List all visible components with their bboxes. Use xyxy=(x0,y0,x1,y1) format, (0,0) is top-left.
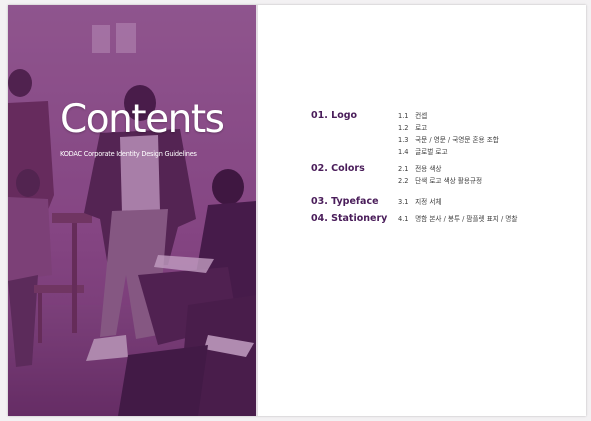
document-spread: Contents KODAC Corporate Identity Design… xyxy=(8,5,586,416)
page-spine xyxy=(256,5,258,416)
toc-section-logo: 01. Logo 1.1 컨셉 1.2 로고 1.3 국문 / 영문 / 국영문… xyxy=(311,110,581,158)
toc-item-number: 2.1 xyxy=(398,165,409,173)
toc-item[interactable]: 4.1 명함 본사 / 봉투 / 팜플렛 표지 / 명찰 xyxy=(398,213,581,225)
toc-item-label: 로고 xyxy=(415,124,428,132)
toc-item[interactable]: 1.3 국문 / 영문 / 국영문 혼용 조합 xyxy=(398,134,581,146)
cover-panel: Contents KODAC Corporate Identity Design… xyxy=(8,5,256,416)
toc-heading[interactable]: 02. Colors xyxy=(311,163,398,175)
toc-item-label: 국문 / 영문 / 국영문 혼용 조합 xyxy=(415,136,499,144)
table-of-contents: 01. Logo 1.1 컨셉 1.2 로고 1.3 국문 / 영문 / 국영문… xyxy=(311,110,581,225)
toc-item-number: 1.2 xyxy=(398,124,409,132)
toc-item-label: 단색 로고 색상 활용규정 xyxy=(415,177,483,185)
toc-item-number: 1.4 xyxy=(398,148,409,156)
toc-items: 3.1 지정 서체 xyxy=(398,196,581,208)
toc-section-stationery: 04. Stationery 4.1 명함 본사 / 봉투 / 팜플렛 표지 /… xyxy=(311,213,581,225)
toc-item-label: 글로벌 로고 xyxy=(415,148,448,156)
toc-item-number: 3.1 xyxy=(398,198,409,206)
toc-items: 4.1 명함 본사 / 봉투 / 팜플렛 표지 / 명찰 xyxy=(398,213,581,225)
toc-item-number: 1.1 xyxy=(398,112,409,120)
toc-item-label: 전용 색상 xyxy=(415,165,442,173)
toc-item[interactable]: 2.1 전용 색상 xyxy=(398,163,581,175)
cover-title: Contents xyxy=(60,97,225,142)
toc-item[interactable]: 1.2 로고 xyxy=(398,122,581,134)
toc-item[interactable]: 3.1 지정 서체 xyxy=(398,196,581,208)
toc-heading[interactable]: 03. Typeface xyxy=(311,196,398,208)
toc-item[interactable]: 1.4 글로벌 로고 xyxy=(398,146,581,158)
toc-heading[interactable]: 04. Stationery xyxy=(311,213,398,225)
toc-item-number: 4.1 xyxy=(398,215,409,223)
toc-item[interactable]: 2.2 단색 로고 색상 활용규정 xyxy=(398,175,581,187)
toc-items: 2.1 전용 색상 2.2 단색 로고 색상 활용규정 xyxy=(398,163,581,187)
toc-section-colors: 02. Colors 2.1 전용 색상 2.2 단색 로고 색상 활용규정 xyxy=(311,163,581,187)
cover-subtitle: KODAC Corporate Identity Design Guidelin… xyxy=(60,150,197,158)
toc-item-label: 컨셉 xyxy=(415,112,428,120)
toc-item-number: 1.3 xyxy=(398,136,409,144)
toc-heading[interactable]: 01. Logo xyxy=(311,110,398,122)
toc-item-label: 지정 서체 xyxy=(415,198,442,206)
toc-items: 1.1 컨셉 1.2 로고 1.3 국문 / 영문 / 국영문 혼용 조합 1.… xyxy=(398,110,581,158)
toc-section-typeface: 03. Typeface 3.1 지정 서체 xyxy=(311,196,581,208)
toc-item-number: 2.2 xyxy=(398,177,409,185)
toc-item-label: 명함 본사 / 봉투 / 팜플렛 표지 / 명찰 xyxy=(415,215,518,223)
toc-item[interactable]: 1.1 컨셉 xyxy=(398,110,581,122)
classroom-photo xyxy=(8,5,256,416)
